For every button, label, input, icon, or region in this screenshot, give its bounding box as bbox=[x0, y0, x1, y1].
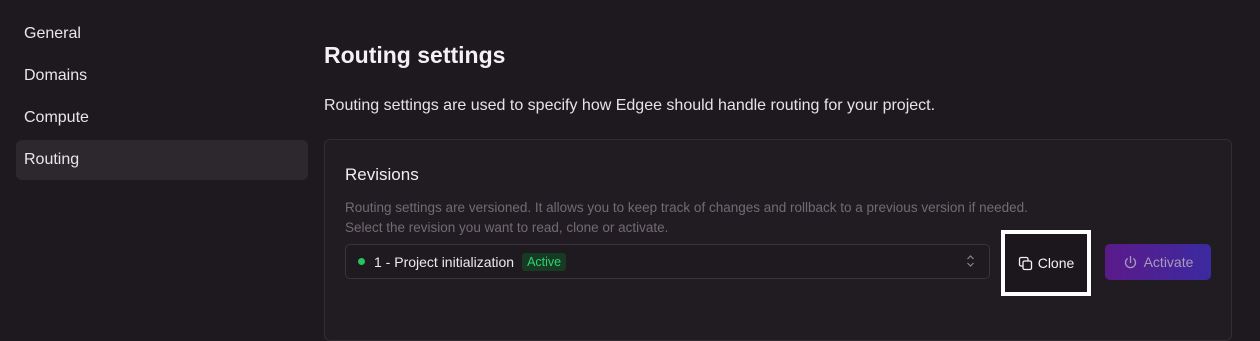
revisions-description-line2: Select the revision you want to read, cl… bbox=[345, 220, 669, 235]
revisions-description: Routing settings are versioned. It allow… bbox=[345, 198, 1028, 238]
revisions-description-line1: Routing settings are versioned. It allow… bbox=[345, 200, 1028, 215]
sidebar-item-domains[interactable]: Domains bbox=[16, 56, 308, 96]
clone-button-label: Clone bbox=[1037, 255, 1075, 271]
active-badge: Active bbox=[522, 252, 567, 271]
activate-button-label: Activate bbox=[1143, 254, 1194, 270]
sidebar-item-label: Compute bbox=[24, 109, 89, 126]
sidebar-item-routing[interactable]: Routing bbox=[16, 140, 308, 180]
revisions-card: Revisions Routing settings are versioned… bbox=[324, 139, 1232, 341]
page-title: Routing settings bbox=[324, 42, 506, 68]
power-icon bbox=[1124, 255, 1136, 268]
sidebar-item-general[interactable]: General bbox=[16, 14, 308, 54]
copy-icon bbox=[1018, 256, 1032, 270]
sidebar-item-compute[interactable]: Compute bbox=[16, 98, 308, 138]
page-description: Routing settings are used to specify how… bbox=[324, 97, 936, 114]
revisions-title: Revisions bbox=[345, 165, 419, 184]
status-dot-icon bbox=[358, 258, 365, 265]
revision-select[interactable]: 1 - Project initialization Active bbox=[345, 244, 990, 279]
clone-button[interactable]: Clone bbox=[1001, 230, 1091, 296]
sidebar-item-label: Routing bbox=[24, 151, 80, 168]
selected-revision-label: 1 - Project initialization bbox=[374, 253, 515, 270]
chevron-up-down-icon bbox=[966, 254, 975, 269]
activate-button[interactable]: Activate bbox=[1105, 244, 1211, 280]
sidebar-item-label: Domains bbox=[24, 67, 88, 84]
settings-sidebar: General Domains Compute Routing bbox=[16, 14, 308, 182]
sidebar-item-label: General bbox=[24, 25, 81, 42]
